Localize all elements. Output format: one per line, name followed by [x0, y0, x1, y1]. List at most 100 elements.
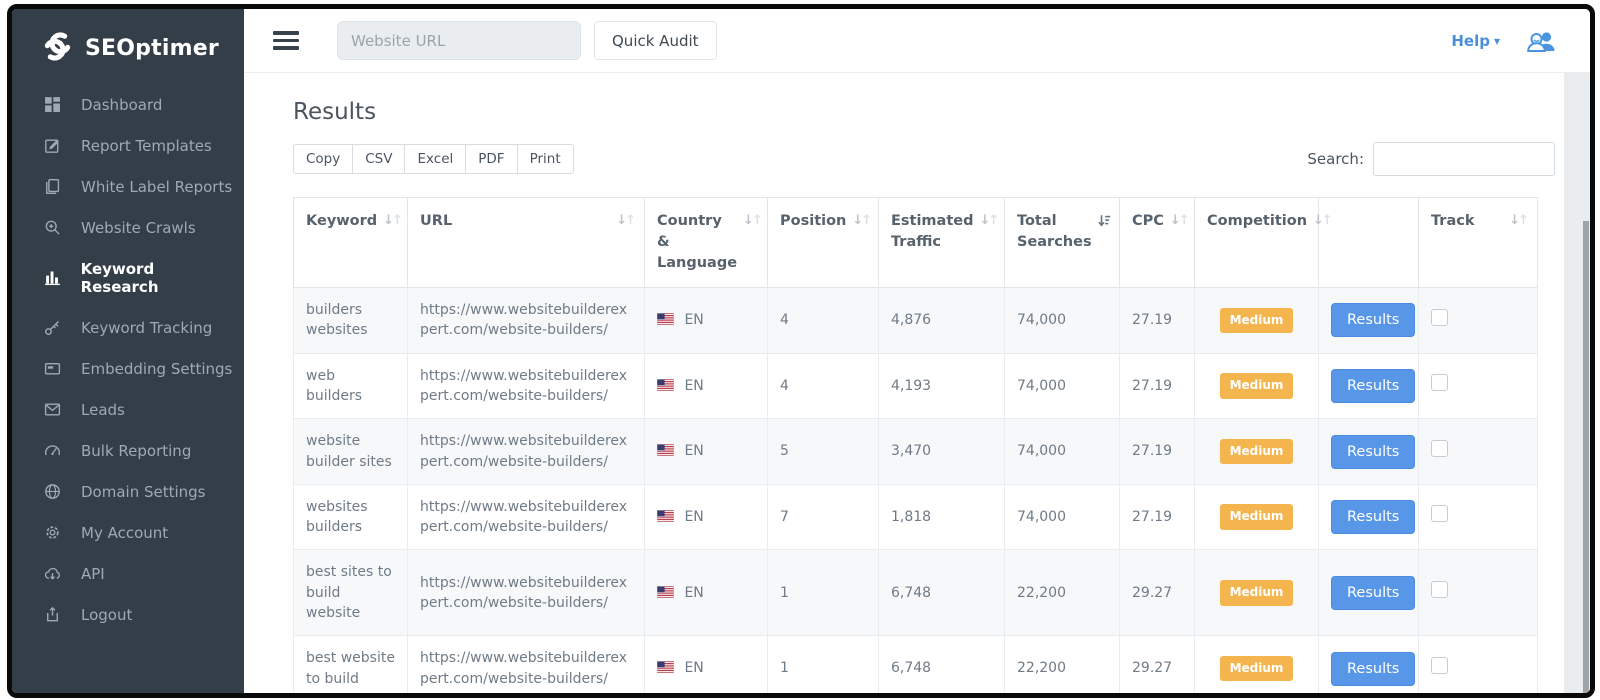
column-header-competition[interactable]: Competition↓↑ — [1195, 198, 1319, 288]
pdf-button[interactable]: PDF — [465, 144, 517, 174]
my-account-icon — [44, 524, 64, 542]
logout-icon — [44, 606, 64, 624]
country-language-cell: EN — [645, 484, 768, 550]
users-icon[interactable] — [1526, 30, 1556, 52]
column-header-country-language[interactable]: Country & Language↓↑ — [645, 198, 768, 288]
track-cell — [1419, 419, 1538, 485]
cpc-cell: 27.19 — [1120, 419, 1195, 485]
leads-icon — [44, 401, 64, 419]
website-url-input[interactable] — [337, 21, 581, 60]
total-searches-cell: 74,000 — [1005, 353, 1120, 419]
sort-icon: ↓↑ — [383, 212, 401, 231]
track-checkbox[interactable] — [1431, 440, 1448, 457]
search-input[interactable] — [1373, 142, 1555, 176]
competition-badge: Medium — [1220, 504, 1294, 529]
competition-cell: Medium — [1195, 419, 1319, 485]
scrollbar-track[interactable] — [1564, 73, 1590, 693]
actions-cell: Results — [1319, 419, 1419, 485]
track-checkbox[interactable] — [1431, 309, 1448, 326]
sidebar-item-keyword-research[interactable]: Keyword Research — [12, 248, 244, 307]
scrollbar-thumb[interactable] — [1583, 221, 1589, 693]
sidebar-item-dashboard[interactable]: Dashboard — [12, 84, 244, 125]
main-area: Quick Audit Help ▾ — [244, 9, 1590, 693]
brand-logo[interactable]: SEOptimer — [12, 9, 244, 84]
url-cell: https://www.websitebuilderexpert.com/web… — [408, 484, 645, 550]
sort-icon: ↓↑ — [743, 212, 761, 231]
total-searches-cell: 74,000 — [1005, 419, 1120, 485]
sidebar-item-embedding-settings[interactable]: Embedding Settings — [12, 348, 244, 389]
sidebar-item-my-account[interactable]: My Account — [12, 512, 244, 553]
position-cell: 4 — [768, 353, 879, 419]
us-flag-icon — [657, 661, 674, 673]
estimated-traffic-cell: 6,748 — [879, 636, 1005, 698]
topbar: Quick Audit Help ▾ — [244, 9, 1590, 73]
results-button[interactable]: Results — [1331, 303, 1415, 337]
actions-cell: Results — [1319, 550, 1419, 636]
help-menu[interactable]: Help — [1451, 32, 1490, 50]
track-checkbox[interactable] — [1431, 581, 1448, 598]
competition-badge: Medium — [1220, 439, 1294, 464]
sidebar-item-report-templates[interactable]: Report Templates — [12, 125, 244, 166]
sort-icon: ↓↑ — [1313, 212, 1331, 231]
total-searches-cell: 22,200 — [1005, 636, 1120, 698]
total-searches-cell: 74,000 — [1005, 288, 1120, 354]
sidebar-item-domain-settings[interactable]: Domain Settings — [12, 471, 244, 512]
column-header-url[interactable]: URL↓↑ — [408, 198, 645, 288]
column-header-total-searches[interactable]: Total Searches — [1005, 198, 1120, 288]
position-cell: 4 — [768, 288, 879, 354]
actions-cell: Results — [1319, 353, 1419, 419]
competition-cell: Medium — [1195, 636, 1319, 698]
results-button[interactable]: Results — [1331, 369, 1415, 403]
table-row: website builder sites https://www.websit… — [294, 419, 1538, 485]
column-header-estimated-traffic[interactable]: Estimated Traffic↓↑ — [879, 198, 1005, 288]
cpc-cell: 27.19 — [1120, 353, 1195, 419]
column-header-keyword[interactable]: Keyword↓↑ — [294, 198, 408, 288]
position-cell: 7 — [768, 484, 879, 550]
track-checkbox[interactable] — [1431, 657, 1448, 674]
total-searches-cell: 22,200 — [1005, 550, 1120, 636]
menu-toggle-icon[interactable] — [273, 27, 299, 54]
competition-cell: Medium — [1195, 550, 1319, 636]
actions-cell: Results — [1319, 288, 1419, 354]
estimated-traffic-cell: 4,876 — [879, 288, 1005, 354]
keyword-cell: web builders — [294, 353, 408, 419]
results-button[interactable]: Results — [1331, 652, 1415, 686]
gears-logo-icon — [40, 29, 75, 68]
quick-audit-button[interactable]: Quick Audit — [594, 21, 717, 60]
copy-button[interactable]: Copy — [293, 144, 353, 174]
country-language-cell: EN — [645, 288, 768, 354]
results-button[interactable]: Results — [1331, 435, 1415, 469]
sidebar-item-website-crawls[interactable]: Website Crawls — [12, 207, 244, 248]
print-button[interactable]: Print — [517, 144, 574, 174]
column-header-cpc[interactable]: CPC↓↑ — [1120, 198, 1195, 288]
estimated-traffic-cell: 4,193 — [879, 353, 1005, 419]
sidebar-item-white-label-reports[interactable]: White Label Reports — [12, 166, 244, 207]
table-row: websites builders https://www.websitebui… — [294, 484, 1538, 550]
results-button[interactable]: Results — [1331, 576, 1415, 610]
sort-icon: ↓↑ — [1170, 212, 1188, 231]
sidebar-item-api[interactable]: API — [12, 553, 244, 594]
cpc-cell: 27.19 — [1120, 288, 1195, 354]
website-crawls-icon — [44, 219, 64, 237]
export-button-group: Copy CSV Excel PDF Print — [293, 144, 574, 174]
results-button[interactable]: Results — [1331, 500, 1415, 534]
excel-button[interactable]: Excel — [404, 144, 466, 174]
sidebar-item-logout[interactable]: Logout — [12, 594, 244, 635]
estimated-traffic-cell: 1,818 — [879, 484, 1005, 550]
track-checkbox[interactable] — [1431, 505, 1448, 522]
sidebar-item-bulk-reporting[interactable]: Bulk Reporting — [12, 430, 244, 471]
keyword-cell: best sites to build website — [294, 550, 408, 636]
dashboard-icon — [44, 96, 64, 114]
sidebar: SEOptimer Dashboard Report Templates Whi… — [12, 9, 244, 693]
url-cell: https://www.websitebuilderexpert.com/web… — [408, 419, 645, 485]
search-label: Search: — [1307, 150, 1364, 168]
url-cell: https://www.websitebuilderexpert.com/web… — [408, 636, 645, 698]
column-header-position[interactable]: Position↓↑ — [768, 198, 879, 288]
track-checkbox[interactable] — [1431, 374, 1448, 391]
sidebar-item-leads[interactable]: Leads — [12, 389, 244, 430]
sidebar-item-keyword-tracking[interactable]: Keyword Tracking — [12, 307, 244, 348]
keyword-cell: websites builders — [294, 484, 408, 550]
column-header-track[interactable]: Track↓↑ — [1419, 198, 1538, 288]
position-cell: 1 — [768, 550, 879, 636]
csv-button[interactable]: CSV — [352, 144, 405, 174]
